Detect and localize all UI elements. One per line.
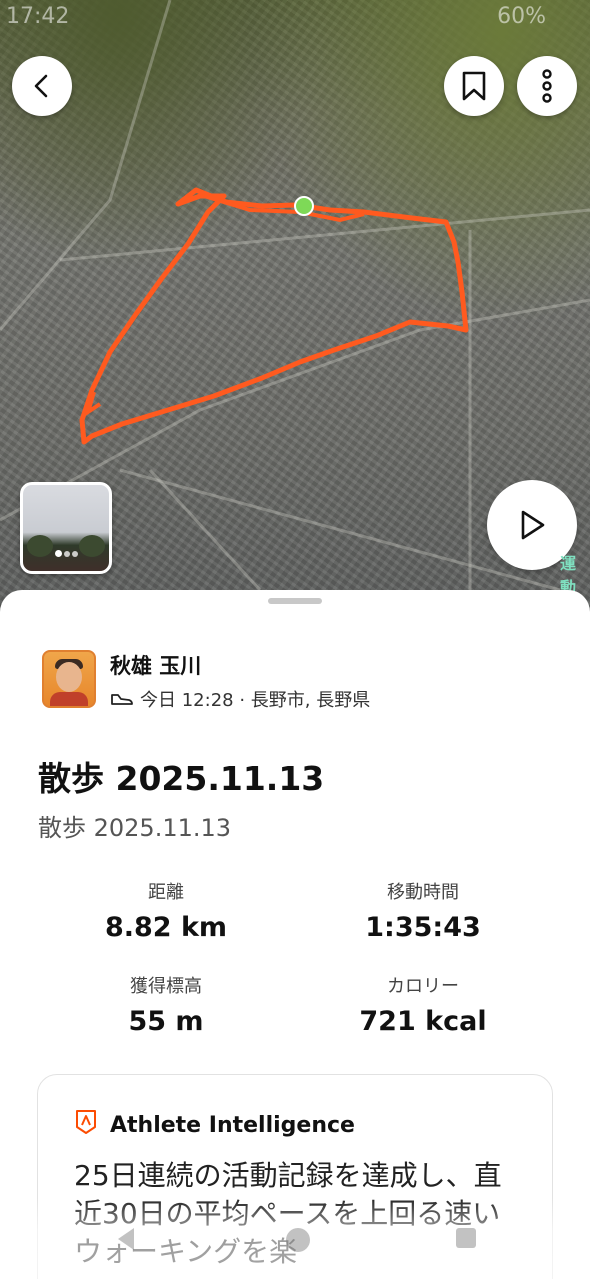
stat-label: 距離 (148, 882, 184, 903)
status-time: 17:42 (6, 4, 70, 29)
stat-value: 1:35:43 (365, 912, 481, 943)
bookmark-button[interactable] (444, 56, 504, 116)
avatar[interactable] (42, 650, 96, 708)
more-vertical-icon (542, 69, 552, 103)
activity-meta: 今日 12:28 · 長野市, 長野県 (110, 686, 370, 712)
stat-label: 移動時間 (387, 882, 459, 903)
activity-description: 散歩 2025.11.13 (38, 814, 232, 842)
stat-moving-time: 移動時間 1:35:43 (323, 878, 523, 943)
athlete-name[interactable]: 秋雄 玉川 (110, 650, 201, 680)
nav-recents-icon[interactable] (456, 1228, 476, 1248)
athlete-intelligence-icon (76, 1110, 96, 1134)
status-battery: 60% (497, 4, 546, 29)
activity-title: 散歩 2025.11.13 (38, 759, 325, 798)
bookmark-icon (462, 71, 486, 101)
play-icon (521, 510, 545, 540)
stat-elevation-gain: 獲得標高 55 m (66, 972, 266, 1037)
sheet-drag-handle[interactable] (268, 598, 322, 604)
stat-value: 721 kcal (359, 1006, 487, 1037)
shoe-icon (111, 694, 133, 705)
stat-value: 8.82 km (104, 912, 228, 943)
nav-home-icon[interactable] (286, 1228, 310, 1252)
stat-label: カロリー (387, 976, 459, 997)
photo-thumbnail[interactable] (20, 482, 112, 574)
chevron-left-icon (34, 74, 48, 98)
stat-label: 獲得標高 (130, 976, 202, 997)
start-marker (294, 196, 314, 216)
athlete-intelligence-title: Athlete Intelligence (110, 1113, 355, 1138)
back-button[interactable] (12, 56, 72, 116)
stat-value: 55 m (128, 1006, 204, 1037)
status-bar: 17:42 60% (0, 4, 590, 32)
stat-calories: カロリー 721 kcal (323, 972, 523, 1037)
activity-sheet: 秋雄 玉川 今日 12:28 · 長野市, 長野県 散歩 2025.11.13 … (0, 590, 590, 1279)
photo-pager-dots (23, 542, 109, 561)
nav-back-icon[interactable] (118, 1228, 134, 1250)
more-options-button[interactable] (517, 56, 577, 116)
route-map[interactable]: 17:42 60% 運動 (0, 0, 590, 620)
activity-meta-text: 今日 12:28 · 長野市, 長野県 (140, 690, 371, 711)
stat-distance: 距離 8.82 km (66, 878, 266, 943)
